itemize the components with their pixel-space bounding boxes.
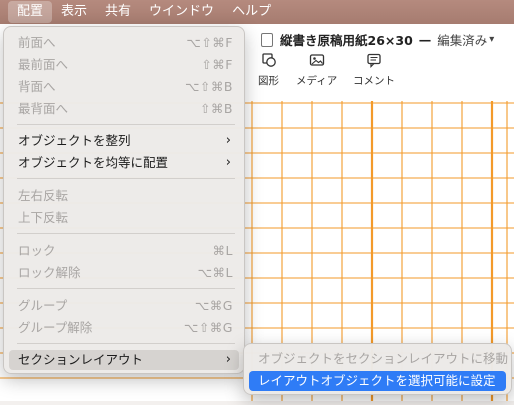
menu-item-flip-horizontal: 左右反転 xyxy=(9,186,239,206)
menu-divider xyxy=(17,343,235,344)
menu-item-label: グループ xyxy=(18,298,68,313)
menu-item-label: 左右反転 xyxy=(18,188,69,203)
menu-item-shortcut: ⌥⌘L xyxy=(197,265,233,280)
menu-item-bring-to-front: 最前面へ ⇧⌘F xyxy=(9,55,239,75)
menu-item-label: 上下反転 xyxy=(18,210,69,225)
shape-button[interactable]: 図形 xyxy=(258,52,279,88)
comment-icon xyxy=(367,53,381,68)
media-button-label: メディア xyxy=(296,75,338,87)
menu-item-label: オブジェクトを均等に配置 xyxy=(18,155,169,170)
menu-item-shortcut: ⇧⌘B xyxy=(199,101,233,116)
menu-item-label: 最前面へ xyxy=(18,57,69,72)
menu-item-group: グループ ⌥⌘G xyxy=(9,296,239,316)
menu-bar: 配置 表示 共有 ウインドウ ヘルプ xyxy=(0,0,514,24)
menu-item-label: セクションレイアウト xyxy=(18,352,144,367)
menu-divider xyxy=(17,178,235,179)
menu-help[interactable]: ヘルプ xyxy=(223,1,280,23)
shape-icon xyxy=(261,53,276,67)
menu-window[interactable]: ウインドウ xyxy=(140,1,223,23)
section-layout-submenu: オブジェクトをセクションレイアウトに移動 レイアウトオブジェクトを選択可能に設定 xyxy=(243,343,512,395)
menu-item-shortcut: ⌥⇧⌘G xyxy=(183,320,233,335)
menu-item-send-to-back: 最背面へ ⇧⌘B xyxy=(9,99,239,119)
menu-item-label: ロック xyxy=(18,243,56,258)
submenu-item-move-to-section-layout: オブジェクトをセクションレイアウトに移動 xyxy=(249,349,509,369)
menu-divider xyxy=(17,124,235,125)
menu-item-label: グループ解除 xyxy=(18,320,93,335)
menu-arrange[interactable]: 配置 xyxy=(8,1,53,23)
menu-item-ungroup: グループ解除 ⌥⇧⌘G xyxy=(9,318,239,338)
menu-share[interactable]: 共有 xyxy=(96,1,140,23)
arrange-menu: 前面へ ⌥⇧⌘F 最前面へ ⇧⌘F 背面へ ⌥⇧⌘B 最背面へ ⇧⌘B オブジェ… xyxy=(3,26,245,374)
menu-item-distribute-objects[interactable]: オブジェクトを均等に配置 › xyxy=(9,153,239,173)
menu-item-bring-forward: 前面へ ⌥⇧⌘F xyxy=(9,33,239,53)
submenu-item-label: オブジェクトをセクションレイアウトに移動 xyxy=(258,351,509,366)
comment-button[interactable]: コメント xyxy=(353,52,395,88)
comment-button-label: コメント xyxy=(353,75,395,87)
menu-item-lock: ロック ⌘L xyxy=(9,241,239,261)
menu-item-align-objects[interactable]: オブジェクトを整列 › xyxy=(9,131,239,151)
menu-item-label: オブジェクトを整列 xyxy=(18,133,131,148)
document-title: 縦書き原稿用紙26×30 xyxy=(280,33,413,48)
media-button[interactable]: メディア xyxy=(296,52,337,88)
submenu-item-make-layout-objects-selectable[interactable]: レイアウトオブジェクトを選択可能に設定 xyxy=(249,371,506,391)
chevron-down-icon[interactable]: ▾ xyxy=(489,34,494,45)
menu-item-shortcut: ⇧⌘F xyxy=(201,57,233,72)
title-separator: — xyxy=(418,32,432,47)
chevron-right-icon: › xyxy=(225,352,231,367)
media-icon xyxy=(309,54,324,66)
chevron-right-icon: › xyxy=(225,155,231,170)
chevron-right-icon: › xyxy=(225,133,231,148)
menu-divider xyxy=(17,288,235,289)
menu-item-label: 背面へ xyxy=(18,79,56,94)
menu-item-label: 前面へ xyxy=(18,35,56,50)
menu-item-shortcut: ⌘L xyxy=(212,243,233,258)
menu-item-unlock: ロック解除 ⌥⌘L xyxy=(9,263,239,283)
menu-item-shortcut: ⌥⇧⌘F xyxy=(186,35,233,50)
menu-item-section-layout[interactable]: セクションレイアウト › xyxy=(9,350,239,370)
menu-item-shortcut: ⌥⌘G xyxy=(194,298,233,313)
menu-item-label: 最背面へ xyxy=(18,101,69,116)
menu-item-shortcut: ⌥⇧⌘B xyxy=(185,79,233,94)
document-status: 編集済み xyxy=(437,33,488,48)
menu-divider xyxy=(17,233,235,234)
menu-item-send-backward: 背面へ ⌥⇧⌘B xyxy=(9,77,239,97)
menu-item-label: ロック解除 xyxy=(18,265,81,280)
shape-button-label: 図形 xyxy=(258,75,279,87)
menu-item-flip-vertical: 上下反転 xyxy=(9,208,239,228)
document-title-bar[interactable]: 縦書き原稿用紙26×30 — 編集済み ▾ xyxy=(261,30,494,49)
menu-view[interactable]: 表示 xyxy=(52,1,96,23)
document-icon xyxy=(261,32,273,47)
submenu-item-label: レイアウトオブジェクトを選択可能に設定 xyxy=(258,373,496,388)
